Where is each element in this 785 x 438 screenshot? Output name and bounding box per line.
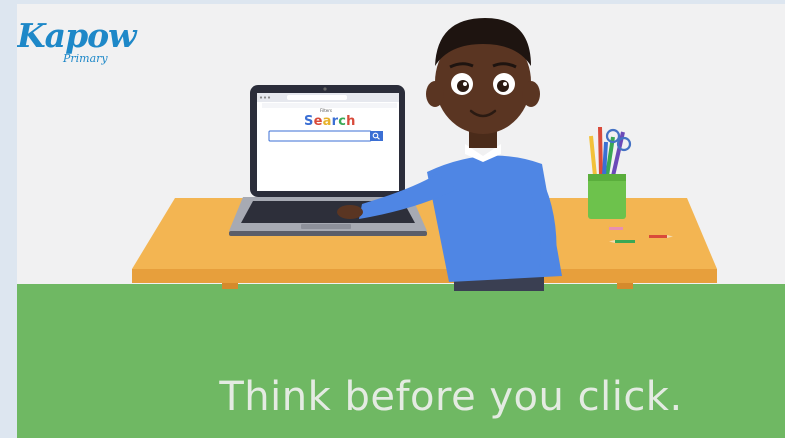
video-caption: Think before you click. xyxy=(219,374,683,420)
brand-subtitle: Primary xyxy=(63,52,108,65)
laptop-search-title: Search xyxy=(304,114,356,129)
laptop-filters-label: Filters xyxy=(320,108,332,113)
search-letter: e xyxy=(313,114,323,129)
search-letter: h xyxy=(346,114,356,129)
search-letter: S xyxy=(304,114,314,129)
search-letter: a xyxy=(322,114,332,129)
video-frame: Kapow Primary Filters Search Think befor… xyxy=(17,4,785,438)
laptop-search-box xyxy=(268,130,372,142)
search-letter: c xyxy=(338,114,347,129)
kapow-logo: Kapow Primary xyxy=(17,12,137,72)
animation-scene xyxy=(17,4,785,438)
brand-name: Kapow xyxy=(17,16,137,55)
desk xyxy=(132,198,717,289)
laptop-search-icon xyxy=(370,131,383,141)
